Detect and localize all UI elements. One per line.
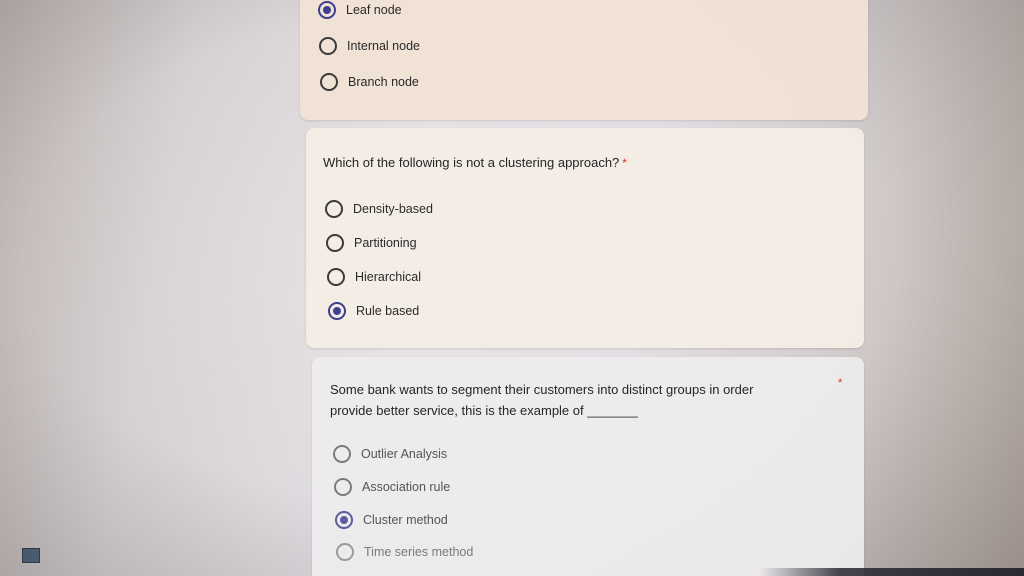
radio-selected-icon[interactable] [328, 302, 346, 320]
question-text-line-2: provide better service, this is the exam… [330, 403, 638, 418]
option-label: Branch node [348, 75, 419, 89]
option-outlier-analysis[interactable]: Outlier Analysis [333, 445, 447, 463]
radio-unselected-icon[interactable] [336, 543, 354, 561]
option-internal-node[interactable]: Internal node [319, 37, 420, 55]
radio-unselected-icon[interactable] [334, 478, 352, 496]
question-card-2: Which of the following is not a clusteri… [306, 128, 864, 348]
radio-unselected-icon[interactable] [325, 200, 343, 218]
option-cluster-method[interactable]: Cluster method [335, 511, 448, 529]
question-card-3: Some bank wants to segment their custome… [312, 357, 864, 576]
radio-unselected-icon[interactable] [327, 268, 345, 286]
option-label: Internal node [347, 39, 420, 53]
option-label: Density-based [353, 202, 433, 216]
option-label: Partitioning [354, 236, 417, 250]
option-label: Leaf node [346, 3, 402, 17]
option-time-series-method[interactable]: Time series method [336, 543, 473, 561]
required-asterisk: * [838, 377, 843, 389]
radio-unselected-icon[interactable] [319, 37, 337, 55]
option-partitioning[interactable]: Partitioning [326, 234, 417, 252]
option-hierarchical[interactable]: Hierarchical [327, 268, 421, 286]
question-text: Which of the following is not a clusteri… [323, 155, 620, 170]
radio-unselected-icon[interactable] [326, 234, 344, 252]
radio-unselected-icon[interactable] [333, 445, 351, 463]
question-card-1: Leaf node Internal node Branch node [300, 0, 868, 120]
option-branch-node[interactable]: Branch node [320, 73, 419, 91]
radio-selected-icon[interactable] [335, 511, 353, 529]
question-text-line-1: Some bank wants to segment their custome… [330, 382, 754, 397]
radio-selected-icon[interactable] [318, 1, 336, 19]
option-leaf-node[interactable]: Leaf node [318, 1, 402, 19]
option-label: Time series method [364, 545, 474, 559]
required-asterisk: * [622, 156, 627, 170]
radio-unselected-icon[interactable] [320, 73, 338, 91]
option-rule-based[interactable]: Rule based [328, 302, 419, 320]
question-title: Some bank wants to segment their custome… [330, 379, 753, 421]
option-label: Rule based [356, 304, 420, 318]
option-label: Association rule [362, 480, 451, 494]
option-association-rule[interactable]: Association rule [334, 478, 450, 496]
question-title: Which of the following is not a clusteri… [323, 152, 627, 174]
option-density-based[interactable]: Density-based [325, 200, 433, 218]
option-label: Cluster method [363, 513, 448, 527]
option-label: Outlier Analysis [361, 447, 448, 461]
taskbar [760, 568, 1024, 576]
option-label: Hierarchical [355, 270, 421, 284]
app-icon[interactable] [22, 548, 40, 563]
